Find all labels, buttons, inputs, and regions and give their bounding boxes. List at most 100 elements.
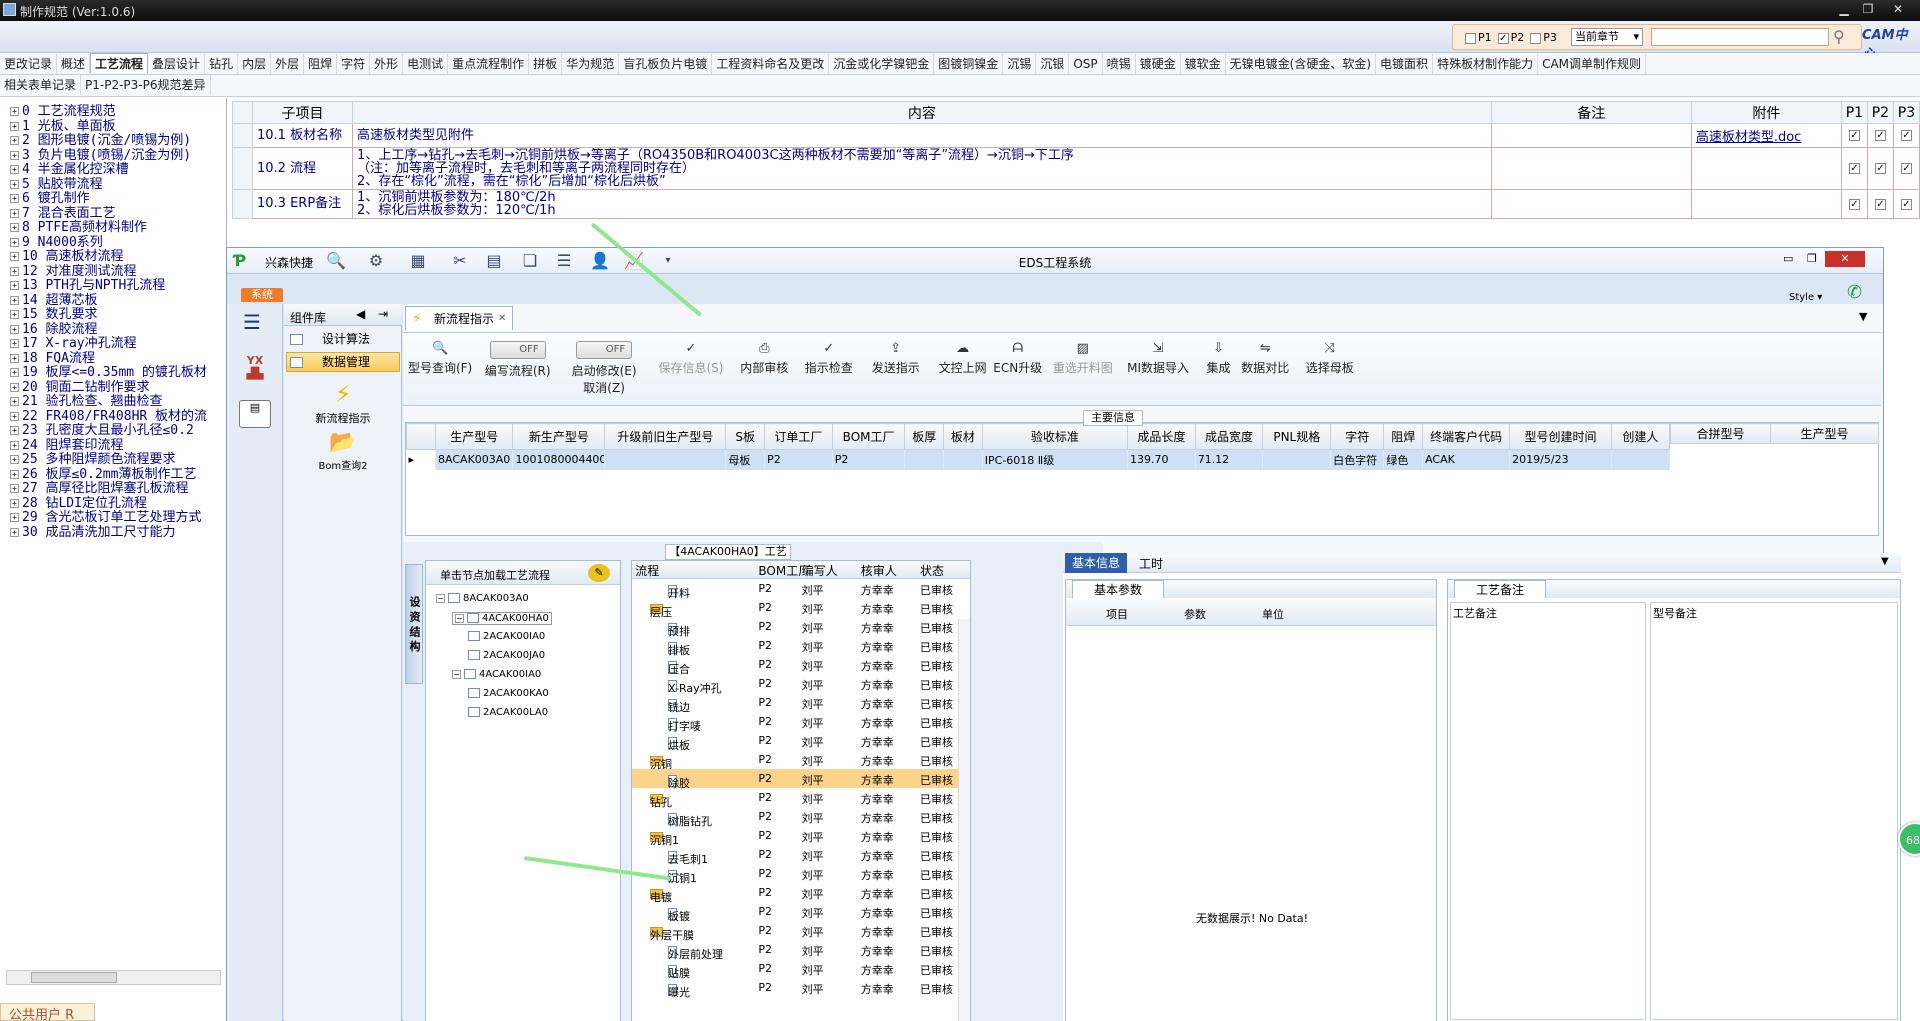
tab-2[interactable]: 工艺流程 (90, 53, 149, 73)
sub-tab-1[interactable]: P1-P2-P3-P6规范差异 (81, 75, 211, 95)
flow-row[interactable]: 树脂钻孔 P2 刘平 方幸幸 已审核 (632, 807, 970, 828)
flow-row[interactable]: 除胶 P2 刘平 方幸幸 已审核 (632, 769, 970, 790)
chevron-down-icon[interactable]: ▼ (1881, 556, 1889, 567)
grid-cell[interactable] (604, 449, 727, 470)
minimize-icon[interactable]: ▁ (1832, 0, 1856, 18)
flow-row[interactable]: ⊟沉铜P2刘平方幸幸已审核 (632, 750, 970, 771)
collapse-icon[interactable]: ◀ (356, 307, 365, 321)
search-input[interactable] (1651, 28, 1829, 46)
tab-6[interactable]: 外层 (271, 54, 305, 74)
flow-row[interactable]: 打字唛 P2 刘平 方幸幸 已审核 (632, 712, 970, 733)
tab-11[interactable]: 重点流程制作 (448, 54, 530, 74)
flow-row[interactable]: 烘板 P2 刘平 方幸幸 已审核 (632, 731, 970, 752)
flow-row[interactable]: 压合 P2 刘平 方幸幸 已审核 (632, 655, 970, 676)
tab-13[interactable]: 华为规范 (562, 54, 620, 74)
tab-3[interactable]: 叠层设计 (148, 54, 206, 74)
ribbon-button-1[interactable]: OFF 编写流程(R) (485, 341, 551, 379)
grid-header[interactable]: 成品长度 (1126, 423, 1196, 450)
grid-cell[interactable]: ACAK (1422, 449, 1511, 470)
grid-cell[interactable]: IPC-6018 Ⅱ级 (982, 449, 1128, 470)
grid-header[interactable]: 终端客户代码 (1422, 423, 1511, 450)
grid-cell[interactable] (904, 449, 945, 470)
ribbon-button-2[interactable]: OFF 启动修改(E) 取消(Z) (572, 341, 637, 396)
merge-header[interactable]: 合拼型号 (1670, 423, 1771, 444)
floating-badge[interactable]: 68 (1898, 822, 1920, 856)
ribbon-button-7[interactable]: ☁ 文控上网 (939, 341, 987, 376)
restore-icon[interactable]: ❐ (1856, 0, 1880, 18)
structure-node[interactable]: − 4ACAK00IA0 (452, 669, 541, 680)
tab-27[interactable]: CAM调单制作规则 (1538, 54, 1647, 74)
p-filter-p2[interactable]: ✓ P2 (1497, 31, 1524, 44)
structure-node[interactable]: 2ACAK00KA0 (468, 688, 549, 699)
model-note-box[interactable]: 型号备注 (1650, 602, 1898, 1020)
grid-header[interactable]: 创建人 (1610, 423, 1671, 450)
grid-header[interactable]: S板 (725, 423, 766, 450)
tab-worktime[interactable]: 工时 (1139, 555, 1163, 572)
restore-icon[interactable]: ❐ (1807, 252, 1817, 265)
ribbon-button-12[interactable]: ⇋ 数据对比 (1241, 341, 1289, 376)
off-toggle[interactable]: OFF (576, 341, 633, 359)
grid-cell[interactable]: 10010800044004 (512, 449, 606, 470)
grid-cell[interactable]: 139.70 (1127, 449, 1196, 470)
grid-header[interactable]: 新生产型号 (512, 423, 606, 450)
tab-4[interactable]: 钻孔 (205, 54, 239, 74)
flow-row[interactable]: ⊟外层干膜P2刘平方幸幸已审核 (632, 921, 970, 942)
flow-row[interactable]: 外层前处理 P2 刘平 方幸幸 已审核 (632, 940, 970, 961)
grid-cell[interactable]: 母板 (725, 449, 766, 470)
flow-row[interactable]: 沉铜1 P2 刘平 方幸幸 已审核 (632, 864, 970, 885)
collapse-icon[interactable]: − (452, 670, 461, 679)
close-icon[interactable]: ✕ (1880, 0, 1916, 18)
grid-cell[interactable]: 绿色 (1383, 449, 1424, 470)
grid-header[interactable]: 验收标准 (981, 423, 1128, 450)
structure-node[interactable]: 2ACAK00JA0 (468, 650, 545, 661)
flow-row[interactable]: 开料 P2 刘平 方幸幸 已审核 (632, 579, 970, 600)
attachment-link[interactable]: 高速板材类型.doc (1696, 130, 1802, 145)
collapse-icon[interactable]: − (436, 594, 445, 603)
merge-header[interactable]: 生产型号 (1770, 423, 1879, 444)
flow-row[interactable]: 预排 P2 刘平 方幸幸 已审核 (632, 617, 970, 638)
sub-tab-0[interactable]: 相关表单记录 (0, 75, 82, 95)
structure-node[interactable]: 2ACAK00LA0 (468, 707, 548, 718)
flow-row[interactable]: ⊟层压P2刘平方幸幸已审核 (632, 598, 970, 619)
grid-cell[interactable] (1262, 449, 1332, 470)
structure-node[interactable]: 2ACAK00IA0 (468, 631, 545, 642)
flow-header[interactable]: 核审人 (861, 562, 897, 579)
grid-cell[interactable] (1611, 449, 1671, 470)
scope-select[interactable]: 当前章节 ▾ (1571, 28, 1643, 46)
ribbon-button-11[interactable]: ⇩ 集成 (1207, 341, 1231, 376)
flow-row[interactable]: 铣边 P2 刘平 方幸幸 已审核 (632, 693, 970, 714)
tab-0[interactable]: 更改记录 (0, 54, 58, 74)
tab-basic-info[interactable]: 基本信息 (1065, 553, 1127, 573)
grid-row[interactable]: ▸ 8ACAK003A0 10010800044004 母板 P2 P2 IPC-6018 … (406, 449, 1671, 470)
tab-23[interactable]: 镀软金 (1181, 54, 1226, 74)
collapse-icon[interactable]: − (455, 614, 464, 623)
tab-10[interactable]: 电测试 (403, 54, 449, 74)
flow-header[interactable]: 流程 (635, 562, 659, 579)
tab-8[interactable]: 字符 (337, 54, 371, 74)
p-filter-p1[interactable]: P1 (1465, 31, 1492, 44)
tab-25[interactable]: 电镀面积 (1376, 54, 1434, 74)
ribbon-button-8[interactable]: ᗩ ECN升级 (993, 341, 1042, 376)
flow-row[interactable]: ⊟钻孔P2刘平方幸幸已审核 (632, 788, 970, 809)
p-filter-p3[interactable]: P3 (1530, 31, 1557, 44)
grid-cell[interactable]: 8ACAK003A0 (435, 449, 514, 470)
flow-row[interactable]: 曝光 P2 刘平 方幸幸 已审核 (632, 978, 970, 999)
structure-node[interactable]: − 4ACAK00HA0 (452, 612, 552, 625)
tab-7[interactable]: 阻焊 (304, 54, 338, 74)
ribbon-button-10[interactable]: ⇲ MI数据导入 (1127, 341, 1189, 376)
flow-row[interactable]: 贴膜 P2 刘平 方幸幸 已审核 (632, 959, 970, 980)
grid-header[interactable]: 成品宽度 (1194, 423, 1264, 450)
grid-header[interactable]: 型号创建时间 (1509, 423, 1612, 450)
grid-header[interactable]: 生产型号 (435, 423, 514, 450)
checkbox[interactable]: ✓ (1848, 130, 1860, 141)
style-menu[interactable]: Style ▾ (1789, 292, 1822, 303)
grid-header[interactable]: BOM工厂 (831, 423, 906, 450)
tab-new-flow[interactable]: ⚡ 新流程指示 ✕ (405, 306, 513, 330)
close-icon[interactable]: ✕ (1825, 251, 1865, 267)
checkbox[interactable] (1530, 32, 1542, 44)
yx-icon[interactable]: YX ▟▙ (239, 354, 271, 384)
group-item-design-algorithm[interactable]: 设计算法 (286, 330, 400, 348)
search-icon[interactable]: ⚲ (1833, 27, 1855, 47)
vertical-tab-structure[interactable]: 设 资 结 构 (405, 564, 423, 684)
checkbox[interactable] (1465, 32, 1476, 44)
